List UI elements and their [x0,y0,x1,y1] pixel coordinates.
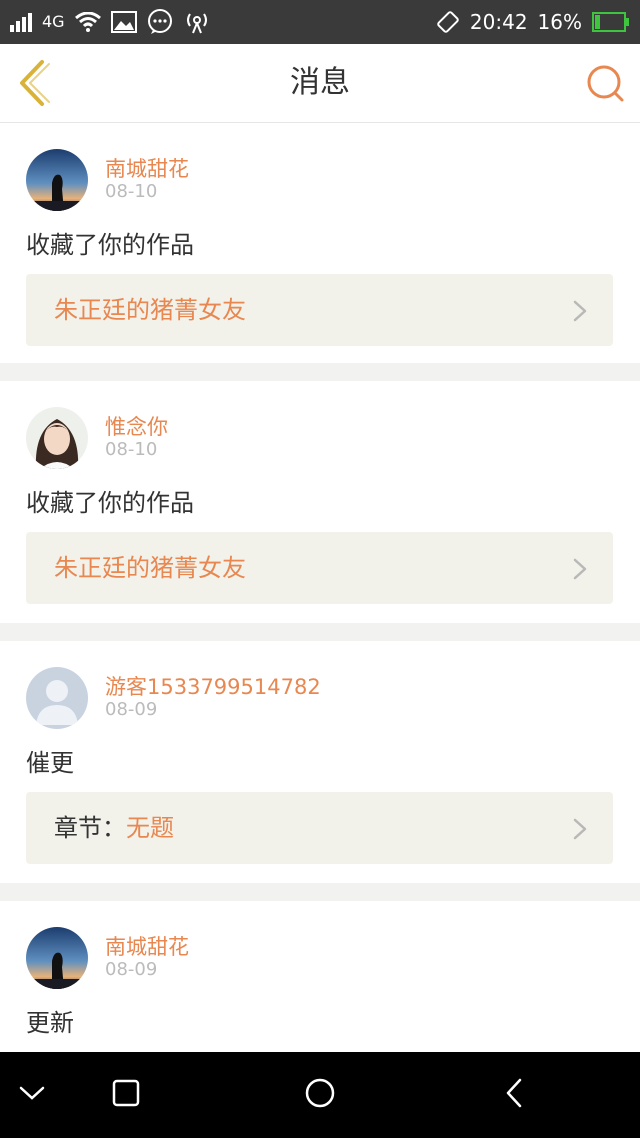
message-list: 南城甜花 08-10 收藏了你的作品 朱正廷的猪菁女友 惟念你 08-10 收藏… [0,123,640,1061]
work-title: 朱正廷的猪菁女友 [54,274,246,346]
hotspot-icon [183,10,211,34]
system-back-button[interactable] [474,1052,554,1138]
ref-title: 朱正廷的猪菁女友 [54,296,246,324]
signal-icon [10,12,32,32]
battery-icon [592,12,630,32]
message-date: 08-09 [105,699,158,720]
username[interactable]: 南城甜花 [105,153,189,183]
message-date: 08-09 [105,959,158,980]
message-action: 催更 [26,749,74,777]
network-type: 4G [42,12,65,31]
message-card: 南城甜花 08-10 收藏了你的作品 朱正廷的猪菁女友 [0,123,640,363]
username[interactable]: 南城甜花 [105,931,189,961]
status-bar-left: 4G [10,8,211,36]
app-header: 消息 [0,44,640,123]
collapse-icon [19,1085,45,1105]
status-time: 20:42 [469,10,528,34]
avatar[interactable] [26,927,88,989]
home-icon [304,1077,336,1113]
message-action: 收藏了你的作品 [26,231,194,259]
back-icon [504,1077,524,1113]
home-button[interactable] [280,1052,360,1138]
chevron-right-icon [573,300,587,326]
work-title: 朱正廷的猪菁女友 [54,532,246,604]
ref-prefix: 章节： [54,814,126,842]
collapse-button[interactable] [0,1052,72,1138]
username[interactable]: 惟念你 [105,411,168,441]
status-bar-right: 20:42 16% [436,8,630,36]
status-bar: 4G 20:42 16% [0,0,640,44]
divider [0,363,640,381]
chevron-right-icon [573,818,587,844]
work-link[interactable]: 朱正廷的猪菁女友 [26,532,613,604]
chapter-link[interactable]: 章节：无题 [26,792,613,864]
ref-title: 无题 [126,814,174,842]
avatar[interactable] [26,667,88,729]
system-nav-bar [0,1052,640,1138]
avatar[interactable] [26,149,88,211]
divider [0,623,640,641]
avatar[interactable] [26,407,88,469]
work-link[interactable]: 朱正廷的猪菁女友 [26,274,613,346]
chat-icon [147,9,173,35]
message-action: 更新 [26,1009,74,1037]
message-action: 收藏了你的作品 [26,489,194,517]
message-card: 南城甜花 08-09 更新 [0,901,640,1061]
chapter-title: 章节：无题 [54,792,174,864]
page-title: 消息 [290,65,350,100]
message-card: 惟念你 08-10 收藏了你的作品 朱正廷的猪菁女友 [0,381,640,623]
image-icon [110,11,137,33]
rotate-icon [436,10,460,34]
search-icon [584,65,626,108]
recents-icon [112,1079,140,1111]
battery-percent: 16% [537,10,582,34]
wifi-icon [74,12,101,32]
ref-title: 朱正廷的猪菁女友 [54,554,246,582]
username[interactable]: 游客1533799514782 [105,671,321,701]
divider [0,883,640,901]
search-button[interactable] [584,62,626,104]
message-date: 08-10 [105,439,158,460]
recents-button[interactable] [86,1052,166,1138]
chevron-right-icon [573,558,587,584]
message-date: 08-10 [105,181,158,202]
message-card: 游客1533799514782 08-09 催更 章节：无题 [0,641,640,883]
